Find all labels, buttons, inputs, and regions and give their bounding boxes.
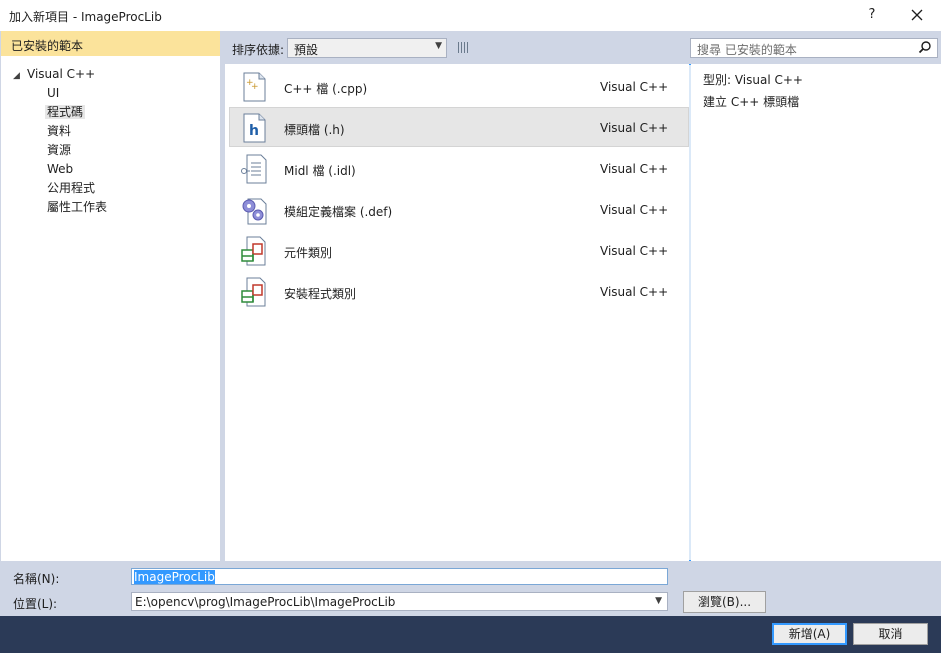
tree-item-label: Web — [47, 162, 74, 176]
midl-file-icon — [241, 154, 267, 184]
template-language: Visual C++ — [600, 121, 669, 135]
template-language: Visual C++ — [600, 80, 669, 94]
chevron-down-icon: ▼ — [435, 41, 442, 51]
template-name: 模組定義檔案 (.def) — [284, 205, 393, 219]
search-icon[interactable] — [918, 40, 932, 54]
help-button[interactable]: ? — [862, 4, 882, 26]
tree-item-visual-cpp[interactable]: ◢ Visual C++ — [1, 65, 220, 84]
location-input-value: E:\opencv\prog\ImageProcLib\ImageProcLib — [135, 595, 396, 609]
template-language: Visual C++ — [600, 203, 669, 217]
installed-templates-header[interactable]: 已安裝的範本 — [1, 31, 220, 56]
template-item-header[interactable]: h 標頭檔 (.h) Visual C++ — [229, 107, 689, 147]
small-icons-view-icon — [458, 42, 469, 53]
expand-arrow-icon[interactable]: ◢ — [13, 67, 27, 86]
template-language: Visual C++ — [600, 285, 669, 299]
tree-item-web[interactable]: Web — [1, 160, 220, 179]
template-item-midl[interactable]: Midl 檔 (.idl) Visual C++ — [229, 148, 689, 188]
sort-dropdown[interactable]: 預設 ▼ — [287, 38, 447, 58]
tree-item-property-sheet[interactable]: 屬性工作表 — [1, 198, 220, 217]
template-language: Visual C++ — [600, 244, 669, 258]
template-item-installer-class[interactable]: 安裝程式類別 Visual C++ — [229, 271, 689, 311]
template-language: Visual C++ — [600, 162, 669, 176]
location-input[interactable]: E:\opencv\prog\ImageProcLib\ImageProcLib… — [131, 592, 668, 611]
cpp-file-icon: + + — [243, 72, 266, 102]
dialog-button-bar: 新增(A) 取消 — [0, 616, 941, 653]
component-class-icon — [241, 236, 266, 266]
tree-item-label: 屬性工作表 — [47, 200, 108, 214]
location-label: 位置(L): — [13, 597, 58, 611]
tree-item-label: 程式碼 — [45, 105, 86, 119]
name-input[interactable]: ImageProcLib — [131, 568, 668, 585]
sort-label: 排序依據: — [232, 43, 285, 57]
template-name: C++ 檔 (.cpp) — [284, 82, 368, 96]
tree-item-label: 資料 — [47, 124, 72, 138]
template-item-cpp[interactable]: + + C++ 檔 (.cpp) Visual C++ — [229, 66, 689, 106]
tree-item-data[interactable]: 資料 — [1, 122, 220, 141]
add-button[interactable]: 新增(A) — [772, 623, 847, 645]
tree-item-ui[interactable]: UI — [1, 84, 220, 103]
tree-item-resource[interactable]: 資源 — [1, 141, 220, 160]
name-label: 名稱(N): — [13, 572, 60, 586]
category-tree: ◢ Visual C++ UI 程式碼 資料 資源 Web 公用程式 屬性工作表 — [1, 56, 220, 217]
template-info-pane: 型別: Visual C++ 建立 C++ 標頭檔 — [691, 64, 941, 561]
template-name: 元件類別 — [284, 246, 333, 260]
cancel-button[interactable]: 取消 — [853, 623, 928, 645]
tree-item-code[interactable]: 程式碼 — [1, 103, 220, 122]
header-file-icon: h — [243, 113, 266, 143]
chevron-down-icon[interactable]: ▼ — [655, 596, 662, 606]
window-title: 加入新項目 - ImageProcLib — [9, 10, 162, 24]
svg-text:h: h — [249, 123, 259, 139]
svg-text:+: + — [251, 82, 259, 92]
tree-item-label: UI — [47, 86, 60, 100]
close-button[interactable] — [903, 4, 931, 26]
tree-item-label: 公用程式 — [47, 181, 96, 195]
template-list: + + C++ 檔 (.cpp) Visual C++ h 標頭檔 (.h) V… — [225, 64, 689, 561]
small-icons-view-button[interactable] — [453, 38, 473, 57]
tree-item-label: 資源 — [47, 143, 72, 157]
installer-class-icon — [241, 277, 266, 307]
browse-button[interactable]: 瀏覽(B)... — [683, 591, 766, 613]
template-item-def[interactable]: 模組定義檔案 (.def) Visual C++ — [229, 189, 689, 229]
item-fields: 名稱(N): ImageProcLib 位置(L): E:\opencv\pro… — [0, 561, 941, 616]
module-definition-icon — [242, 198, 267, 225]
search-input[interactable]: 搜尋 已安裝的範本 — [690, 38, 938, 58]
close-icon — [911, 9, 923, 21]
template-name: 安裝程式類別 — [284, 287, 357, 301]
tree-item-label: Visual C++ — [27, 67, 96, 81]
dialog-frame: 已安裝的範本 ◢ Visual C++ UI 程式碼 資料 資源 Web 公用程式… — [0, 31, 941, 561]
tree-item-utility[interactable]: 公用程式 — [1, 179, 220, 198]
category-pane: 已安裝的範本 ◢ Visual C++ UI 程式碼 資料 資源 Web 公用程式… — [1, 31, 220, 561]
sort-value: 預設 — [294, 43, 319, 57]
template-item-component-class[interactable]: 元件類別 Visual C++ — [229, 230, 689, 270]
name-input-value: ImageProcLib — [134, 570, 215, 584]
template-name: Midl 檔 (.idl) — [284, 164, 356, 178]
template-type: 型別: Visual C++ — [703, 73, 803, 87]
search-placeholder: 搜尋 已安裝的範本 — [697, 43, 797, 57]
template-description: 建立 C++ 標頭檔 — [703, 95, 800, 109]
template-name: 標頭檔 (.h) — [284, 123, 345, 137]
title-bar: 加入新項目 - ImageProcLib ? — [0, 0, 941, 31]
template-toolbar: 排序依據: 預設 ▼ 搜尋 已安裝的範本 — [223, 31, 941, 561]
